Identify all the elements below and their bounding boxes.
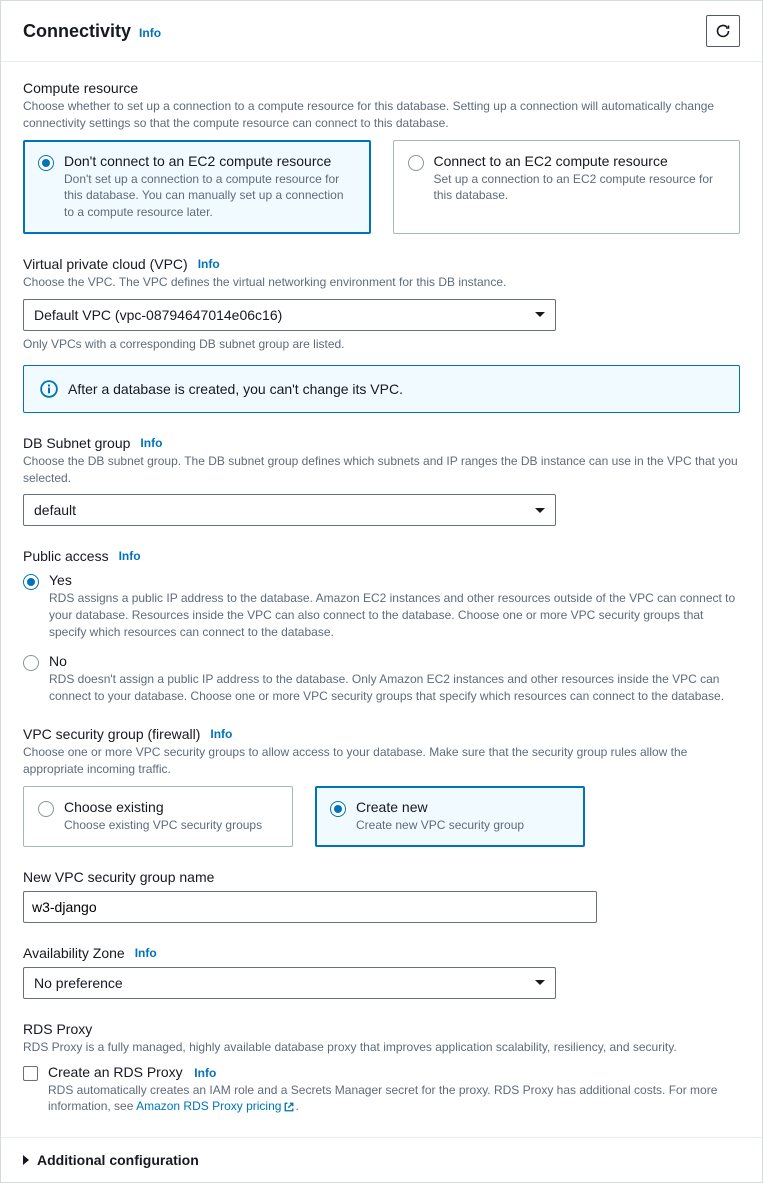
subnet-select[interactable]: default: [23, 494, 556, 526]
option-desc: RDS doesn't assign a public IP address t…: [49, 671, 740, 705]
vpc-hint: Only VPCs with a corresponding DB subnet…: [23, 337, 740, 351]
public-no-option[interactable]: No RDS doesn't assign a public IP addres…: [23, 653, 740, 705]
info-link[interactable]: Info: [198, 257, 220, 271]
tile-title: Connect to an EC2 compute resource: [434, 153, 726, 169]
sg-name-label: New VPC security group name: [23, 869, 740, 885]
proxy-check-desc: RDS automatically creates an IAM role an…: [48, 1082, 740, 1116]
info-link[interactable]: Info: [210, 727, 232, 741]
title-text: Connectivity: [23, 21, 131, 42]
vpc-label: Virtual private cloud (VPC): [23, 256, 188, 272]
external-link-icon: [283, 1101, 295, 1113]
public-access-section: Public access Info Yes RDS assigns a pub…: [23, 548, 740, 704]
subnet-label: DB Subnet group: [23, 435, 130, 451]
public-yes-option[interactable]: Yes RDS assigns a public IP address to t…: [23, 572, 740, 640]
radio-icon: [408, 155, 424, 171]
tile-desc: Don't set up a connection to a compute r…: [64, 171, 356, 221]
radio-icon: [38, 155, 54, 171]
compute-label: Compute resource: [23, 80, 740, 96]
az-label: Availability Zone: [23, 945, 125, 961]
option-title: No: [49, 653, 740, 669]
proxy-checkbox[interactable]: [23, 1066, 38, 1081]
option-title: Yes: [49, 572, 740, 588]
chevron-down-icon: [535, 312, 545, 317]
connectivity-panel: Connectivity Info Compute resource Choos…: [0, 0, 763, 1183]
select-value: No preference: [34, 975, 123, 991]
tile-desc: Choose existing VPC security groups: [64, 817, 278, 834]
compute-tile-dont-connect[interactable]: Don't connect to an EC2 compute resource…: [23, 140, 371, 234]
az-section: Availability Zone Info No preference: [23, 945, 740, 999]
compute-tile-row: Don't connect to an EC2 compute resource…: [23, 140, 740, 234]
chevron-down-icon: [535, 980, 545, 985]
vpc-desc: Choose the VPC. The VPC defines the virt…: [23, 274, 740, 291]
proxy-check-label: Create an RDS Proxy: [48, 1064, 183, 1080]
subnet-desc: Choose the DB subnet group. The DB subne…: [23, 453, 740, 487]
tile-desc: Create new VPC security group: [356, 817, 570, 834]
security-group-section: VPC security group (firewall) Info Choos…: [23, 726, 740, 846]
sg-tile-existing[interactable]: Choose existing Choose existing VPC secu…: [23, 786, 293, 847]
option-desc: RDS assigns a public IP address to the d…: [49, 590, 740, 640]
sg-name-section: New VPC security group name: [23, 869, 740, 923]
panel-title: Connectivity Info: [23, 21, 161, 42]
vpc-select[interactable]: Default VPC (vpc-08794647014e06c16): [23, 299, 556, 331]
vpc-alert: After a database is created, you can't c…: [23, 365, 740, 413]
chevron-down-icon: [535, 508, 545, 513]
sg-tile-create[interactable]: Create new Create new VPC security group: [315, 786, 585, 847]
panel-header: Connectivity Info: [1, 1, 762, 62]
sg-label: VPC security group (firewall): [23, 726, 200, 742]
sg-tile-row: Choose existing Choose existing VPC secu…: [23, 786, 740, 847]
info-link[interactable]: Info: [140, 436, 162, 450]
proxy-desc: RDS Proxy is a fully managed, highly ava…: [23, 1039, 740, 1056]
tile-title: Don't connect to an EC2 compute resource: [64, 153, 356, 169]
tile-desc: Set up a connection to an EC2 compute re…: [434, 171, 726, 205]
radio-icon: [23, 574, 39, 590]
select-value: Default VPC (vpc-08794647014e06c16): [34, 307, 282, 323]
refresh-icon: [715, 23, 731, 39]
tile-title: Choose existing: [64, 799, 278, 815]
info-link[interactable]: Info: [119, 549, 141, 563]
radio-icon: [38, 801, 54, 817]
tile-title: Create new: [356, 799, 570, 815]
additional-config-label: Additional configuration: [37, 1152, 199, 1168]
sg-name-input[interactable]: [23, 891, 597, 923]
info-link[interactable]: Info: [139, 26, 161, 40]
compute-section: Compute resource Choose whether to set u…: [23, 80, 740, 234]
info-link[interactable]: Info: [135, 946, 157, 960]
compute-tile-connect[interactable]: Connect to an EC2 compute resource Set u…: [393, 140, 741, 234]
proxy-pricing-link[interactable]: Amazon RDS Proxy pricing: [136, 1099, 295, 1113]
radio-icon: [330, 801, 346, 817]
radio-icon: [23, 655, 39, 671]
select-value: default: [34, 502, 76, 518]
vpc-section: Virtual private cloud (VPC) Info Choose …: [23, 256, 740, 351]
proxy-checkbox-row: Create an RDS Proxy Info RDS automatical…: [23, 1064, 740, 1116]
caret-right-icon: [23, 1155, 29, 1165]
alert-text: After a database is created, you can't c…: [68, 381, 403, 397]
info-icon: [40, 380, 58, 398]
proxy-section: RDS Proxy RDS Proxy is a fully managed, …: [23, 1021, 740, 1115]
compute-desc: Choose whether to set up a connection to…: [23, 98, 740, 132]
sg-desc: Choose one or more VPC security groups t…: [23, 744, 740, 778]
az-select[interactable]: No preference: [23, 967, 556, 999]
public-label: Public access: [23, 548, 109, 564]
refresh-button[interactable]: [706, 15, 740, 47]
subnet-section: DB Subnet group Info Choose the DB subne…: [23, 435, 740, 527]
panel-body: Compute resource Choose whether to set u…: [1, 62, 762, 1137]
proxy-label: RDS Proxy: [23, 1021, 740, 1037]
info-link[interactable]: Info: [194, 1066, 216, 1080]
